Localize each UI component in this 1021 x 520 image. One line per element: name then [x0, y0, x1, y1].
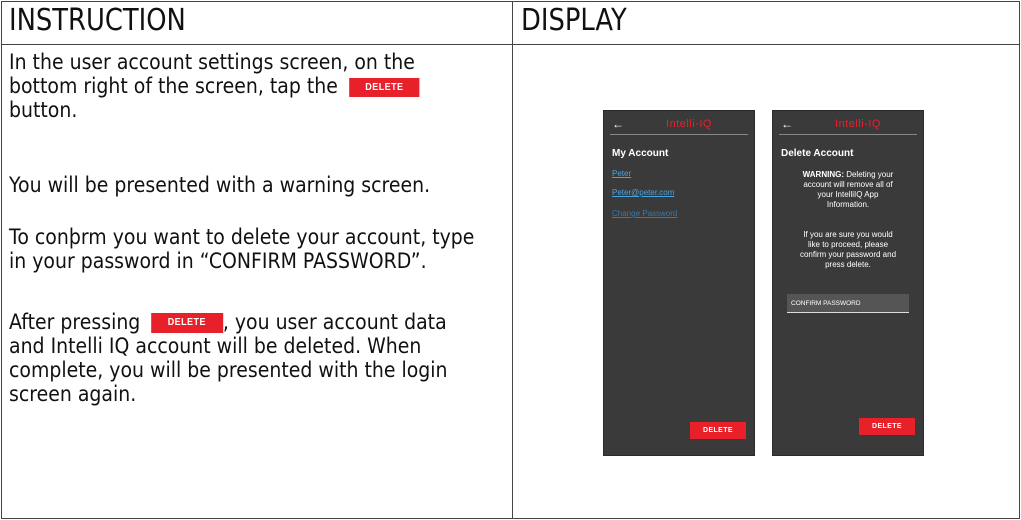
- inline-delete-button: DELETE: [349, 77, 420, 97]
- page-title: My Account: [612, 148, 669, 159]
- instruction-text: screen again.: [9, 382, 137, 406]
- instruction-text: complete, you will be presented with the…: [9, 358, 448, 382]
- instruction-text: To conþrm you want to delete your accoun…: [9, 225, 475, 249]
- instruction-text: in your password in “CONFIRM PASSWORD”.: [9, 249, 427, 273]
- warning-text: Deleting your: [843, 170, 894, 179]
- warning-text: your IntelliIQ App: [817, 190, 879, 199]
- column-divider: [512, 1, 513, 519]
- account-email-link[interactable]: Peter@peter.com: [612, 188, 674, 197]
- instruction-text: , you user account data: [222, 310, 447, 334]
- warning-text: Information.: [826, 200, 870, 209]
- note-text: confirm your password and: [799, 250, 897, 259]
- instruction-text: In the user account settings screen, on …: [9, 50, 415, 74]
- instruction-text: button.: [9, 98, 78, 122]
- header-rule: [779, 134, 917, 135]
- warning-text: account will remove all of: [803, 180, 893, 189]
- display-header: DISPLAY: [521, 3, 627, 38]
- instruction-paragraph-4: After pressing DELETE, you user account …: [9, 310, 477, 406]
- note-text: If you are sure you would: [803, 230, 893, 239]
- note-text: like to proceed, please: [807, 240, 889, 249]
- warning-message: WARNING: Deleting your account will remo…: [783, 170, 913, 210]
- note-text: press delete.: [825, 260, 871, 269]
- header-divider: [1, 44, 1020, 45]
- app-brand: Intelli-IQ: [666, 118, 712, 130]
- header-rule: [610, 134, 748, 135]
- instruction-paragraph-1: In the user account settings screen, on …: [9, 50, 477, 122]
- instruction-text: You will be presented with a warning scr…: [9, 173, 431, 197]
- phone-my-account: ← Intelli-IQ My Account Peter Peter@pete…: [603, 110, 755, 456]
- confirm-note: If you are sure you would like to procee…: [783, 230, 913, 270]
- instruction-header: INSTRUCTION: [9, 3, 186, 38]
- inline-delete-button: DELETE: [150, 313, 223, 333]
- change-password-link[interactable]: Change Password: [612, 209, 677, 218]
- app-brand: Intelli-IQ: [835, 118, 881, 130]
- instruction-text: and Intelli IQ account will be deleted. …: [9, 334, 422, 358]
- warning-label: WARNING:: [802, 170, 844, 179]
- confirm-password-input[interactable]: CONFIRM PASSWORD: [787, 294, 909, 313]
- delete-button[interactable]: DELETE: [690, 422, 746, 439]
- instruction-text: After pressing: [9, 310, 141, 334]
- page-title: Delete Account: [781, 148, 854, 159]
- phone-delete-account: ← Intelli-IQ Delete Account WARNING: Del…: [772, 110, 924, 456]
- delete-button[interactable]: DELETE: [859, 418, 915, 435]
- instruction-paragraph-2: You will be presented with a warning scr…: [9, 173, 477, 197]
- instruction-paragraph-3: To conþrm you want to delete your accoun…: [9, 225, 477, 273]
- account-name-link[interactable]: Peter: [612, 169, 631, 178]
- instruction-text: bottom right of the screen, tap the: [9, 74, 338, 98]
